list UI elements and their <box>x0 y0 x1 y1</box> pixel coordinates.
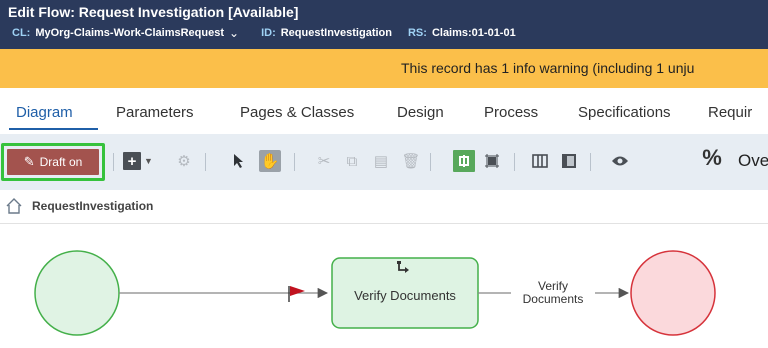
rs-label: RS: <box>407 27 427 39</box>
overflow-label[interactable]: Ove <box>738 151 768 171</box>
tab-diagram[interactable]: Diagram <box>16 104 73 121</box>
id-value: RequestInvestigation <box>280 27 392 39</box>
columns-icon[interactable] <box>529 150 551 172</box>
draft-highlight: ✎ Draft on <box>1 143 105 181</box>
page-title: Edit Flow: Request Investigation [Availa… <box>8 4 299 20</box>
start-shape[interactable] <box>34 250 120 336</box>
cut-icon[interactable]: ✂ <box>313 150 335 172</box>
trash-icon[interactable]: 🗑 <box>400 150 422 172</box>
toolbar-divider <box>205 153 206 171</box>
cl-label: CL: <box>12 27 31 39</box>
flow-canvas[interactable]: Verify Documents Verify Documents <box>0 224 768 348</box>
tab-bar: Diagram Parameters Pages & Classes Desig… <box>0 88 768 134</box>
draft-on-button[interactable]: ✎ Draft on <box>7 149 99 175</box>
align-center-icon[interactable] <box>453 150 475 172</box>
end-shape[interactable] <box>630 250 716 336</box>
rs-value: Claims:01-01-01 <box>431 27 516 39</box>
toolbar-divider <box>514 153 515 171</box>
eye-icon[interactable] <box>609 150 631 172</box>
pencil-icon: ✎ <box>23 154 35 169</box>
caret-down-icon[interactable]: ▼ <box>144 156 153 166</box>
toolbar-divider <box>113 153 114 171</box>
gear-icon[interactable]: ⚙ <box>173 150 195 172</box>
chevron-down-icon[interactable]: ⌄ <box>229 26 239 40</box>
cl-value[interactable]: MyOrg-Claims-Work-ClaimsRequest <box>35 27 224 39</box>
warning-text[interactable]: This record has 1 info warning (includin… <box>401 60 694 76</box>
paste-icon[interactable]: ▤ <box>370 150 392 172</box>
toolbar-divider <box>294 153 295 171</box>
warning-banner: This record has 1 info warning (includin… <box>0 49 768 88</box>
tab-process[interactable]: Process <box>484 104 538 121</box>
tab-design[interactable]: Design <box>397 104 444 121</box>
toolbar-divider <box>590 153 591 171</box>
id-label: ID: <box>261 27 276 39</box>
align-shape-icon[interactable] <box>481 150 503 172</box>
pointer-icon[interactable] <box>228 150 250 172</box>
flow-diagram <box>34 250 716 336</box>
assignment-label: Verify Documents <box>354 288 456 303</box>
home-icon[interactable] <box>5 197 23 215</box>
connector-label-line2: Documents <box>522 292 584 306</box>
flag-icon <box>288 286 305 302</box>
breadcrumb: RequestInvestigation <box>0 190 768 224</box>
hand-pan-icon[interactable]: ✋ <box>259 150 281 172</box>
percent-icon[interactable]: % <box>701 145 723 170</box>
add-shape-icon[interactable]: + <box>123 152 141 170</box>
tab-parameters[interactable]: Parameters <box>116 104 194 121</box>
panel-icon[interactable] <box>558 150 580 172</box>
tab-pages-classes[interactable]: Pages & Classes <box>240 104 354 121</box>
connector-label[interactable]: Verify Documents <box>511 280 595 306</box>
tab-specifications[interactable]: Specifications <box>578 104 671 121</box>
draft-label: Draft on <box>39 155 83 169</box>
active-tab-indicator <box>9 128 98 130</box>
record-meta: CL: MyOrg-Claims-Work-ClaimsRequest ⌄ ID… <box>12 26 516 40</box>
header-bar: Edit Flow: Request Investigation [Availa… <box>0 0 768 49</box>
copy-icon[interactable]: ⧉ <box>341 150 363 172</box>
tab-requirements[interactable]: Requir <box>708 104 752 121</box>
diagram-toolbar: ✎ Draft on + ▼ ⚙ ✋ ✂ ⧉ ▤ 🗑 % Ove <box>0 134 768 190</box>
toolbar-divider <box>430 153 431 171</box>
breadcrumb-current[interactable]: RequestInvestigation <box>32 199 153 213</box>
